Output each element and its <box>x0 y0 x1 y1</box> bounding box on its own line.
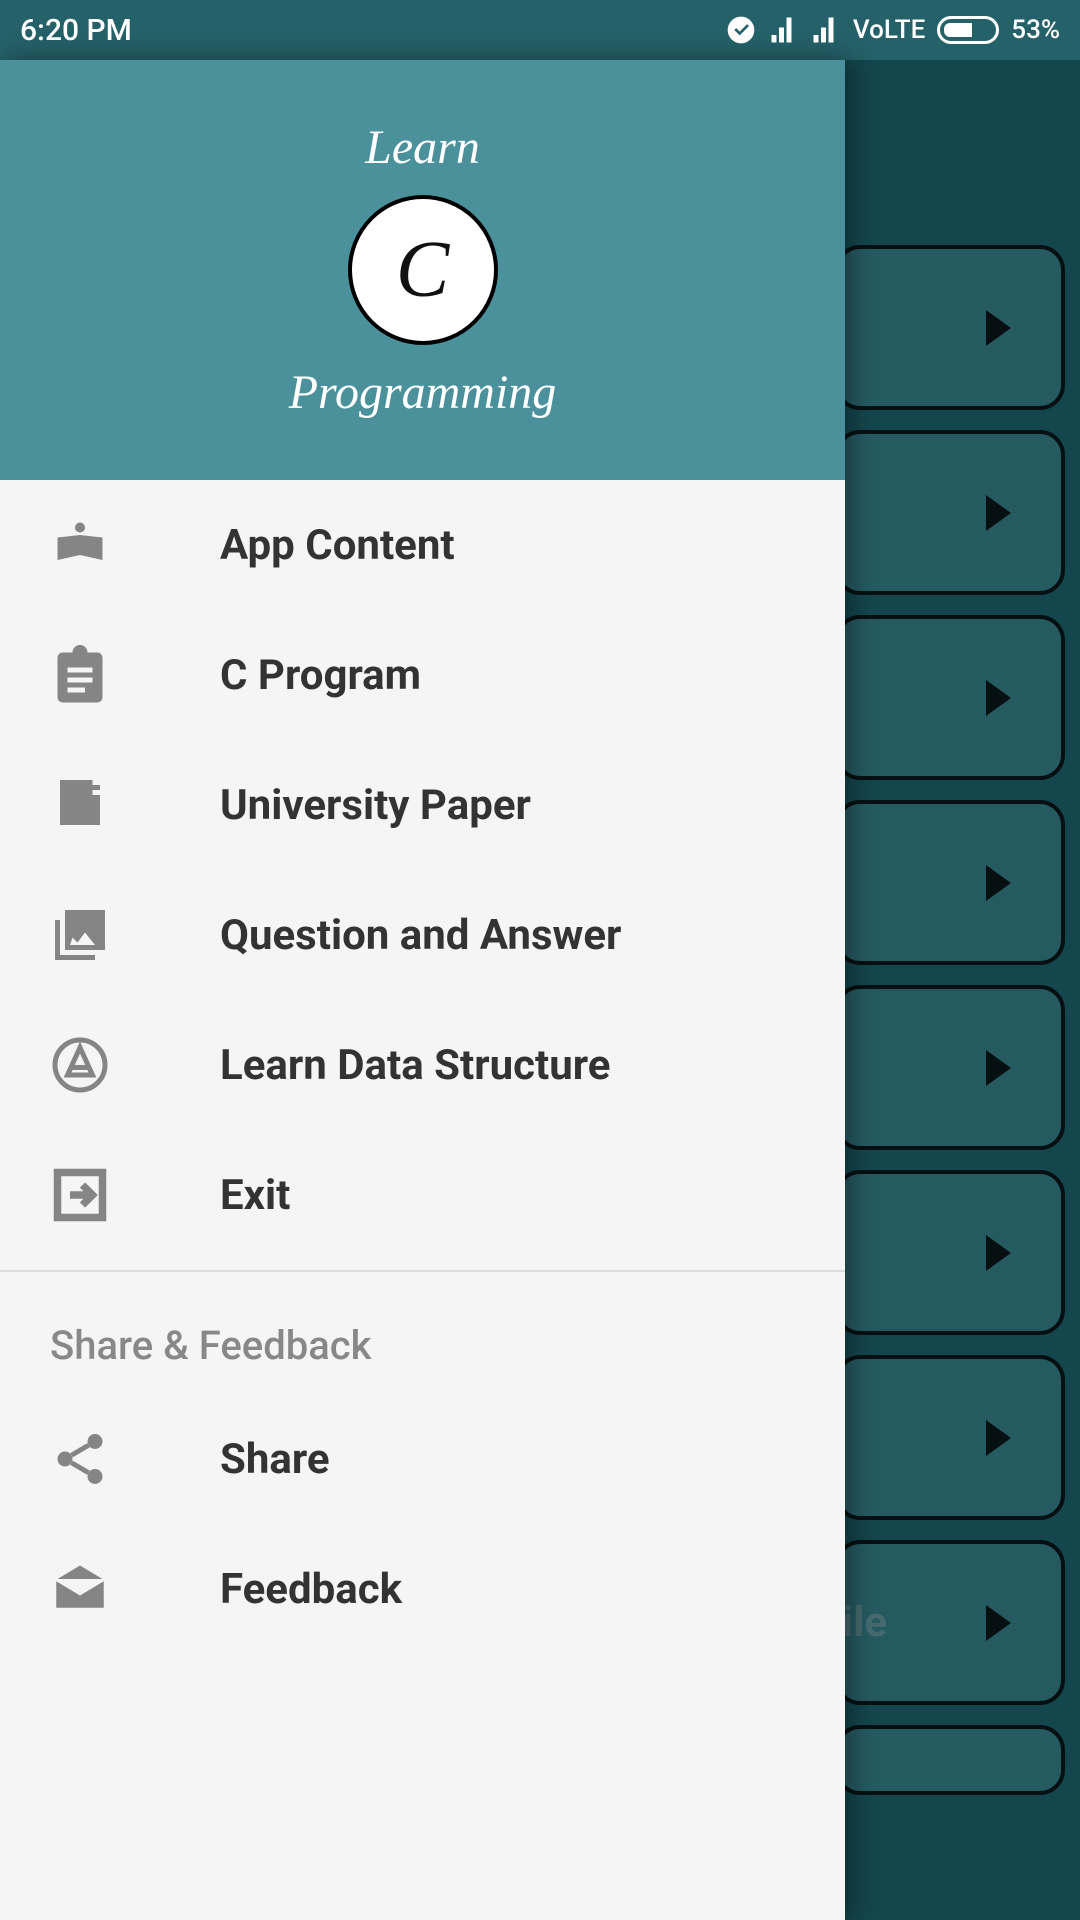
menu-item-label: Share <box>220 1435 330 1484</box>
header-programming: Programming <box>289 365 557 420</box>
menu-item-label: App Content <box>220 521 455 570</box>
menu-item-label: C Program <box>220 651 421 700</box>
exit-icon <box>50 1165 110 1225</box>
menu-item-university-paper[interactable]: University Paper <box>0 740 845 870</box>
status-right: VoLTE 53% <box>725 14 1060 46</box>
signal-icon-2 <box>811 15 841 45</box>
menu-item-app-content[interactable]: App Content <box>0 480 845 610</box>
clipboard-icon <box>50 645 110 705</box>
reader-icon <box>50 515 110 575</box>
status-time: 6:20 PM <box>20 13 132 48</box>
volte-label: VoLTE <box>853 15 925 45</box>
section-title-share-feedback: Share & Feedback <box>0 1282 845 1394</box>
menu-item-exit[interactable]: Exit <box>0 1130 845 1260</box>
menu-item-feedback[interactable]: Feedback <box>0 1524 845 1654</box>
status-bar: 6:20 PM VoLTE 53% <box>0 0 1080 60</box>
chat-icon <box>50 775 110 835</box>
menu-item-question-answer[interactable]: Question and Answer <box>0 870 845 1000</box>
divider <box>0 1270 845 1272</box>
menu-item-label: Exit <box>220 1171 290 1220</box>
menu-item-label: Feedback <box>220 1565 402 1614</box>
battery-icon <box>937 16 999 44</box>
menu-item-learn-data-structure[interactable]: Learn Data Structure <box>0 1000 845 1130</box>
menu-item-label: University Paper <box>220 781 531 830</box>
menu-item-share[interactable]: Share <box>0 1394 845 1524</box>
envelope-icon <box>50 1559 110 1619</box>
share-icon <box>50 1429 110 1489</box>
header-circle-c: C <box>348 195 498 345</box>
drawer-header: Learn C Programming <box>0 60 845 480</box>
menu-item-label: Learn Data Structure <box>220 1041 610 1090</box>
image-collection-icon <box>50 905 110 965</box>
alarm-icon <box>725 14 757 46</box>
signal-icon-1 <box>769 15 799 45</box>
drawer-scrim[interactable] <box>845 60 1080 1920</box>
app-store-icon <box>50 1035 110 1095</box>
menu-item-c-program[interactable]: C Program <box>0 610 845 740</box>
header-learn: Learn <box>365 120 480 175</box>
menu-item-label: Question and Answer <box>220 911 621 960</box>
navigation-drawer: Learn C Programming App Content C Progra… <box>0 60 845 1920</box>
battery-percent: 53% <box>1011 15 1060 45</box>
